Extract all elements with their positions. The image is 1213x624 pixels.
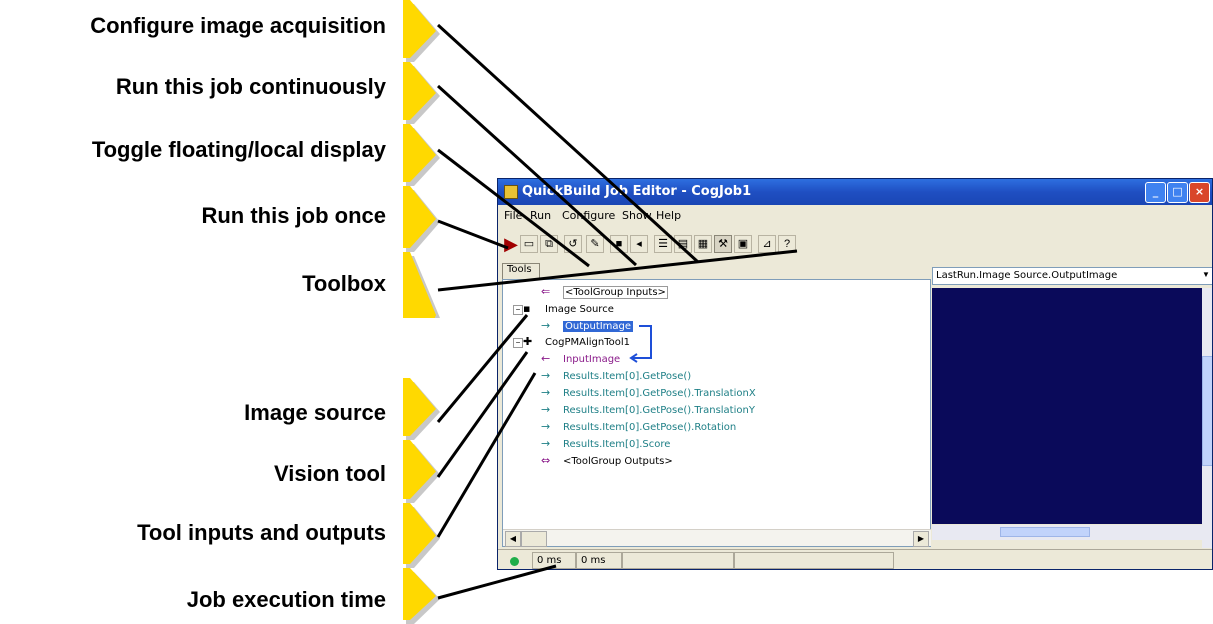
scroll-right-icon[interactable]: ▶: [913, 531, 929, 547]
window-title: QuickBuild Job Editor - CogJob1: [522, 184, 752, 199]
close-icon[interactable]: ×: [1189, 182, 1210, 203]
display-selector[interactable]: LastRun.Image Source.OutputImage: [932, 267, 1212, 285]
floating-display-icon[interactable]: ▣: [734, 235, 752, 253]
callout-run-continuously: Run this job continuously: [115, 74, 386, 99]
configure-acquisition-icon[interactable]: ✎: [586, 235, 604, 253]
menu-run[interactable]: Run: [530, 209, 551, 222]
tool-tree[interactable]: ⇐ <ToolGroup Inputs> − ▪ Image Source → Out…: [502, 279, 931, 547]
quickbuild-window: QuickBuild Job Editor - CogJob1 _ □ × Fi…: [497, 178, 1213, 570]
menu-show[interactable]: Show: [622, 209, 652, 222]
menu-help[interactable]: Help: [656, 209, 681, 222]
tree-horizontal-scrollbar[interactable]: ◀ ▶: [503, 529, 931, 547]
run-continuously-icon[interactable]: ▭: [520, 235, 538, 253]
image-display-panel: LastRun.Image Source.OutputImage ▼: [932, 267, 1212, 549]
app-icon: [504, 185, 518, 199]
callout-run-once: Run this job once: [201, 203, 386, 228]
status-bar: 0 ms 0 ms: [498, 549, 1212, 569]
display-horizontal-scrollbar[interactable]: [932, 525, 1202, 540]
execution-time-field: 0 ms: [532, 552, 576, 569]
scroll-thumb[interactable]: [521, 531, 547, 547]
callout-image-source: Image source: [244, 400, 386, 425]
stop-icon[interactable]: ■: [610, 235, 628, 253]
scroll-thumb[interactable]: [1202, 356, 1212, 466]
chevron-down-icon[interactable]: ▼: [1202, 270, 1210, 279]
disabled-icon[interactable]: ◂: [630, 235, 648, 253]
scroll-left-icon[interactable]: ◀: [505, 531, 521, 547]
status-field: [622, 552, 734, 569]
menu-configure[interactable]: Configure: [562, 209, 615, 222]
image-canvas[interactable]: [932, 288, 1202, 524]
run-once-icon[interactable]: ▶: [502, 235, 520, 253]
menu-file[interactable]: File: [504, 209, 522, 222]
chart-icon[interactable]: ⊿: [758, 235, 776, 253]
minimize-icon[interactable]: _: [1145, 182, 1166, 203]
marker-gap: [400, 318, 450, 378]
callout-tool-inputs-outputs: Tool inputs and outputs: [137, 520, 386, 545]
reset-icon[interactable]: ↺: [564, 235, 582, 253]
callout-toggle-display: Toggle floating/local display: [91, 137, 386, 162]
scroll-thumb[interactable]: [1000, 527, 1090, 537]
properties-icon[interactable]: ☰: [654, 235, 672, 253]
title-bar[interactable]: QuickBuild Job Editor - CogJob1 _ □ ×: [498, 179, 1212, 205]
maximize-icon[interactable]: □: [1167, 182, 1188, 203]
execution-time-field-2: 0 ms: [576, 552, 622, 569]
status-field-2: [734, 552, 894, 569]
link-connector: [629, 325, 652, 363]
callout-vision-tool: Vision tool: [273, 461, 386, 486]
display-icon[interactable]: ▤: [674, 235, 692, 253]
callout-toolbox: Toolbox: [302, 271, 386, 296]
callout-job-execution-time: Job execution time: [186, 587, 386, 612]
help-icon[interactable]: ?: [778, 235, 796, 253]
callout-configure-image-acquisition: Configure image acquisition: [90, 13, 386, 38]
tab-tools[interactable]: Tools: [502, 263, 540, 279]
toolbox-icon[interactable]: ⚒: [714, 235, 732, 253]
copy-icon[interactable]: ⧉: [540, 235, 558, 253]
display-vertical-scrollbar[interactable]: [1202, 288, 1212, 548]
results-icon[interactable]: ▦: [694, 235, 712, 253]
status-indicator-icon: [510, 557, 519, 566]
